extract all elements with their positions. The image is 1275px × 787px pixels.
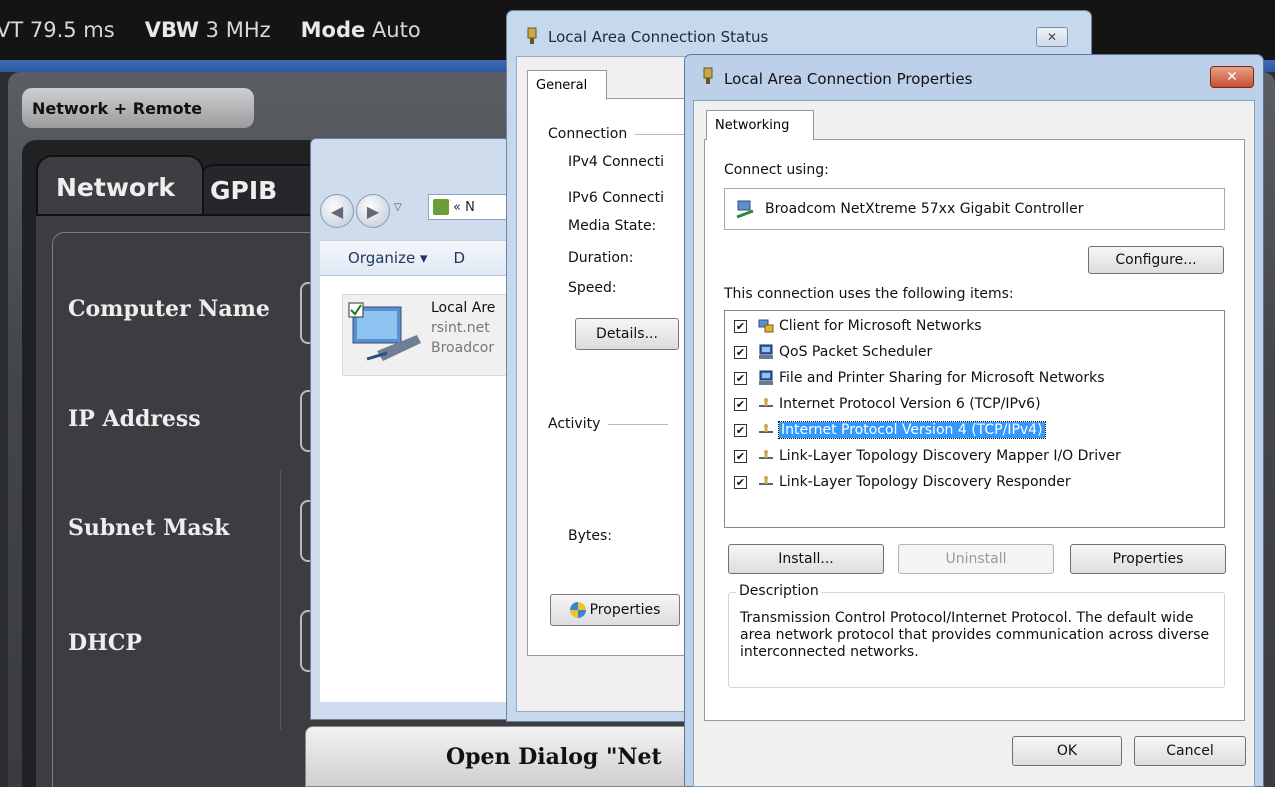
activity-group-label: Activity xyxy=(548,416,601,432)
item-label: Link-Layer Topology Discovery Responder xyxy=(779,474,1071,490)
ip-address-label: IP Address xyxy=(68,406,201,432)
list-item[interactable]: ✔ Internet Protocol Version 4 (TCP/IPv4) xyxy=(734,418,1046,442)
adapter-box: Broadcom NetXtreme 57xx Gigabit Controll… xyxy=(724,188,1225,230)
item-label: Internet Protocol Version 6 (TCP/IPv6) xyxy=(779,396,1041,412)
protocol-icon xyxy=(757,422,775,438)
item-checkbox[interactable]: ✔ xyxy=(734,449,747,463)
duration-label: Duration: xyxy=(568,250,634,266)
protocol-icon xyxy=(757,474,775,490)
media-state-label: Media State: xyxy=(568,218,657,234)
network-adapter-icon xyxy=(527,27,537,44)
description-label: Description xyxy=(736,583,822,599)
panel-title: Network + Remote xyxy=(22,88,254,128)
connection-name: Local Are xyxy=(431,300,496,316)
description-text: Transmission Control Protocol/Internet P… xyxy=(740,610,1210,660)
list-item[interactable]: ✔ Internet Protocol Version 6 (TCP/IPv6) xyxy=(734,392,1041,416)
item-label: Link-Layer Topology Discovery Mapper I/O… xyxy=(779,448,1121,464)
list-item[interactable]: ✔ Client for Microsoft Networks xyxy=(734,314,982,338)
connect-using-label: Connect using: xyxy=(724,162,829,178)
network-folder-icon xyxy=(433,199,449,215)
activity-group: Activity xyxy=(548,416,669,432)
properties-dialog-title: Local Area Connection Properties xyxy=(724,70,973,88)
configure-button[interactable]: Configure... xyxy=(1088,246,1224,274)
open-dialog-button[interactable]: Open Dialog "Net xyxy=(305,726,705,787)
list-item[interactable]: ✔ Link-Layer Topology Discovery Mapper I/… xyxy=(734,444,1121,468)
item-checkbox[interactable]: ✔ xyxy=(734,319,747,333)
mode-readout: Mode Auto xyxy=(300,18,421,42)
connection-group: Connection xyxy=(548,126,696,142)
status-dialog-title: Local Area Connection Status xyxy=(548,28,769,46)
list-item[interactable]: ✔ Link-Layer Topology Discovery Responder xyxy=(734,470,1071,494)
items-label: This connection uses the following items… xyxy=(724,286,1014,302)
subnet-mask-label: Subnet Mask xyxy=(68,515,230,541)
tab-general[interactable]: General xyxy=(527,70,607,100)
computer-service-icon xyxy=(757,370,775,386)
bytes-label: Bytes: xyxy=(568,528,613,544)
item-checkbox[interactable]: ✔ xyxy=(734,475,747,489)
install-button[interactable]: Install... xyxy=(728,544,884,574)
connection-device: Broadcor xyxy=(431,340,495,356)
network-client-icon xyxy=(757,318,775,334)
shield-icon xyxy=(569,602,586,618)
status-properties-label: Properties xyxy=(589,602,661,618)
connection-domain: rsint.net xyxy=(431,320,490,336)
back-arrow-icon[interactable]: ◀ xyxy=(320,194,354,228)
forward-arrow-icon[interactable]: ▶ xyxy=(356,194,390,228)
dhcp-label: DHCP xyxy=(68,630,142,656)
connection-group-label: Connection xyxy=(548,126,628,142)
address-bar[interactable]: « N xyxy=(428,194,510,220)
status-close-icon[interactable]: ✕ xyxy=(1036,27,1068,47)
item-checkbox[interactable]: ✔ xyxy=(734,371,747,385)
properties-close-icon[interactable]: ✕ xyxy=(1210,66,1254,88)
protocol-icon xyxy=(757,448,775,464)
vbw-readout: VBW 3 MHz xyxy=(144,18,271,42)
item-checkbox[interactable]: ✔ xyxy=(734,423,747,437)
address-text: « N xyxy=(453,199,475,215)
computer-name-label: Computer Name xyxy=(68,296,270,322)
status-properties-button[interactable]: Properties xyxy=(550,594,680,626)
item-label: Internet Protocol Version 4 (TCP/IPv4) xyxy=(778,421,1046,439)
speed-label: Speed: xyxy=(568,280,617,296)
protocol-icon xyxy=(757,396,775,412)
item-checkbox[interactable]: ✔ xyxy=(734,345,747,359)
ok-button[interactable]: OK xyxy=(1012,736,1122,766)
list-item[interactable]: ✔ QoS Packet Scheduler xyxy=(734,340,932,364)
item-label: QoS Packet Scheduler xyxy=(779,344,933,360)
item-label: Client for Microsoft Networks xyxy=(779,318,982,334)
computer-service-icon xyxy=(757,344,775,360)
status-tab-panel xyxy=(527,98,707,656)
tab-network[interactable]: Network xyxy=(36,155,204,217)
ipv6-connectivity-label: IPv6 Connecti xyxy=(568,190,664,206)
adapter-name: Broadcom NetXtreme 57xx Gigabit Controll… xyxy=(765,201,1084,217)
history-dropdown-icon[interactable]: ▽ xyxy=(394,202,402,213)
tab-networking[interactable]: Networking xyxy=(706,110,814,140)
explorer-toolbar: Organize ▾ D xyxy=(320,240,510,276)
item-properties-button[interactable]: Properties xyxy=(1070,544,1226,574)
item-label: File and Printer Sharing for Microsoft N… xyxy=(779,370,1105,386)
list-item[interactable]: ✔ File and Printer Sharing for Microsoft … xyxy=(734,366,1105,390)
organize-menu[interactable]: Organize ▾ xyxy=(348,249,428,267)
details-button[interactable]: Details... xyxy=(575,318,679,350)
network-adapter-icon xyxy=(736,200,754,219)
tab-gpib[interactable]: GPIB xyxy=(198,164,328,216)
item-checkbox[interactable]: ✔ xyxy=(734,397,747,411)
network-connection-icon xyxy=(348,302,421,361)
trace-gridline xyxy=(280,470,281,730)
uninstall-button[interactable]: Uninstall xyxy=(898,544,1054,574)
cancel-button[interactable]: Cancel xyxy=(1134,736,1246,766)
sweep-time-readout: VT 79.5 ms xyxy=(0,18,115,42)
toolbar-next-item[interactable]: D xyxy=(454,249,466,267)
ipv4-connectivity-label: IPv4 Connecti xyxy=(568,154,664,170)
network-adapter-icon xyxy=(703,67,713,84)
